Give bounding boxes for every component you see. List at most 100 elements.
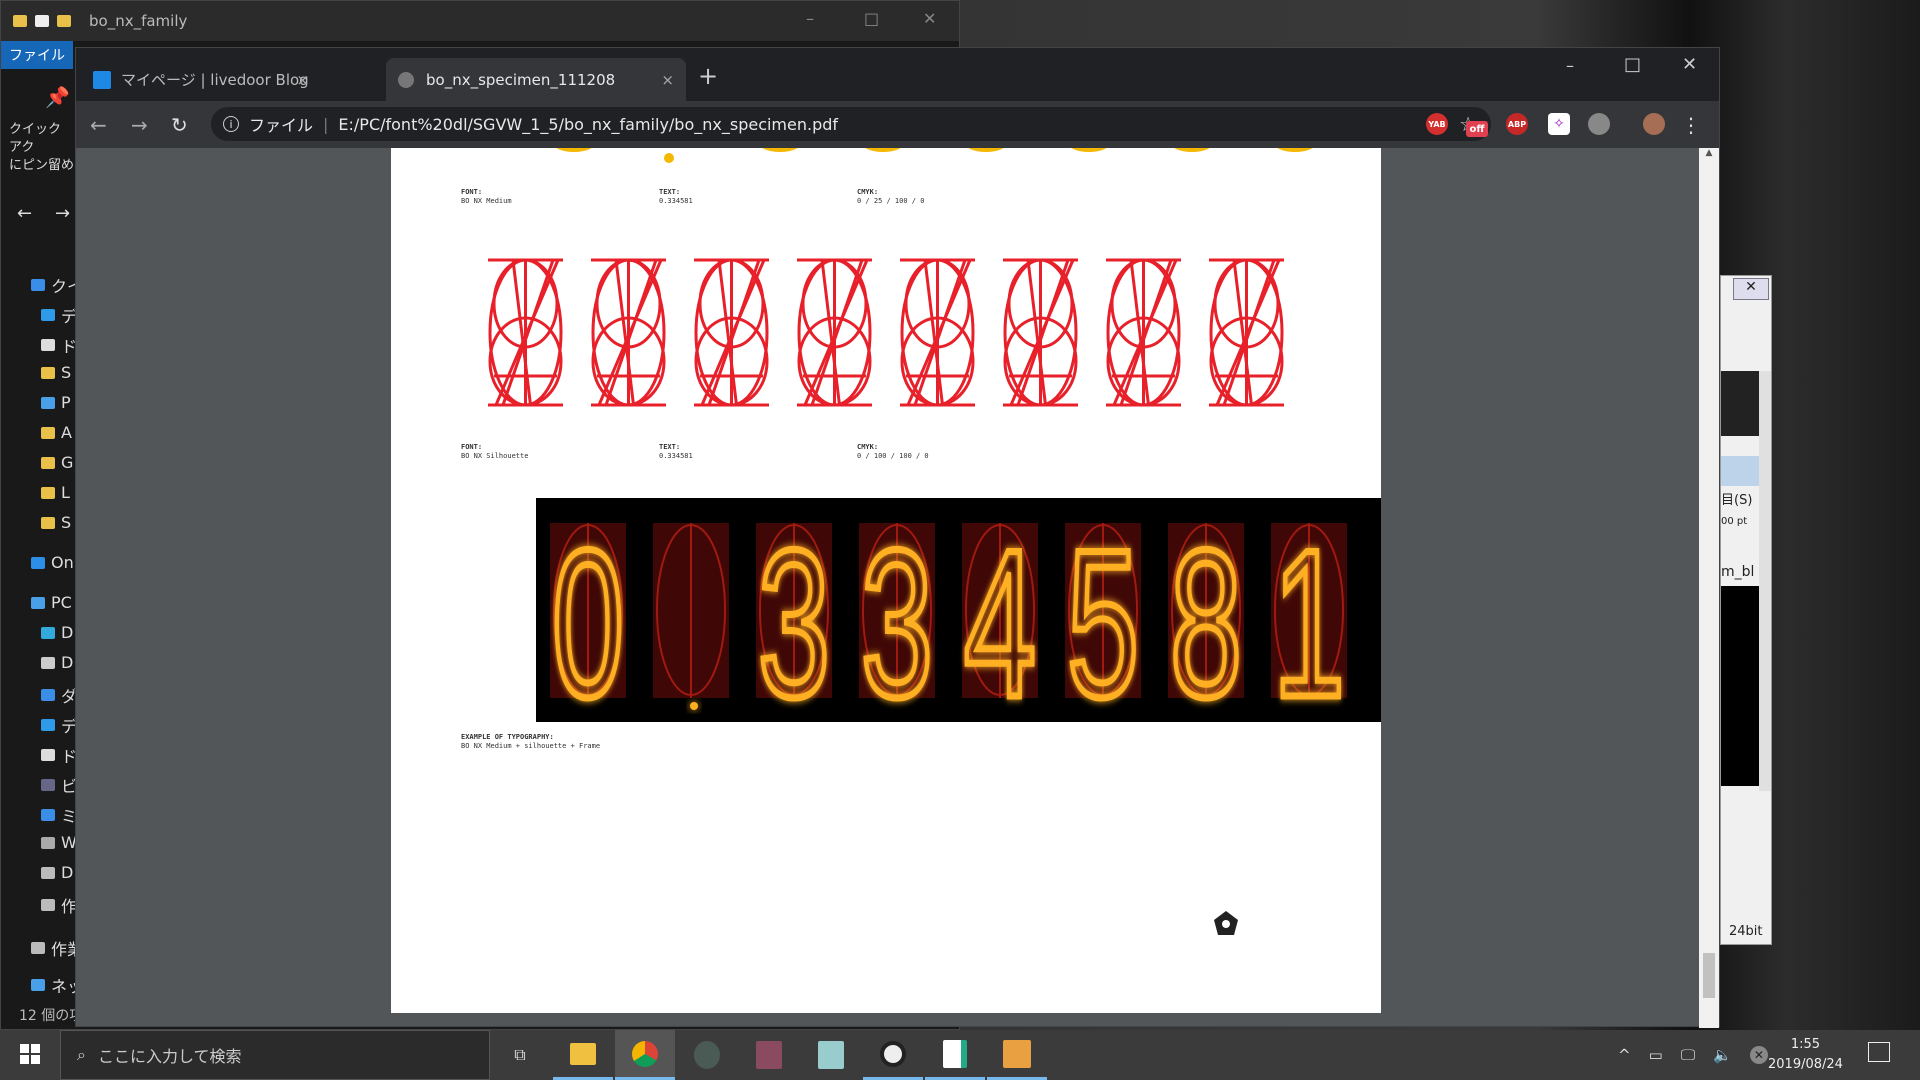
- search-box[interactable]: ⌕ ここに入力して検索: [60, 1030, 490, 1080]
- nav-item[interactable]: D: [41, 653, 73, 672]
- pin-icon[interactable]: 📌: [45, 85, 70, 109]
- off-extension-icon[interactable]: off: [1466, 121, 1488, 137]
- text-value: 0.334581: [659, 197, 693, 205]
- profile-avatar[interactable]: [1643, 113, 1665, 135]
- nav-item[interactable]: ド: [41, 333, 77, 357]
- star-extension-icon[interactable]: ✧: [1548, 113, 1570, 135]
- close-tab-icon[interactable]: ×: [296, 71, 309, 89]
- app-icon[interactable]: [925, 1030, 985, 1080]
- properties-icon[interactable]: [35, 15, 49, 27]
- app-icon[interactable]: [987, 1030, 1047, 1080]
- digit-remnant: [968, 148, 1004, 152]
- file-explorer-icon[interactable]: [553, 1030, 613, 1080]
- nav-item[interactable]: S: [41, 513, 71, 532]
- menu-icon[interactable]: ⋮: [1681, 113, 1701, 137]
- close-tab-icon[interactable]: ×: [661, 71, 674, 89]
- tab-pdf[interactable]: bo_nx_specimen_111208 ×: [386, 58, 686, 101]
- volume-icon[interactable]: 🔈: [1713, 1046, 1732, 1064]
- molecule-extension-icon[interactable]: [1588, 113, 1610, 135]
- back-icon[interactable]: ←: [90, 113, 107, 137]
- status-x-icon[interactable]: ✕: [1749, 1046, 1768, 1064]
- nixie-digit: 3: [858, 505, 936, 745]
- network-icon[interactable]: 🖵: [1681, 1046, 1695, 1064]
- menu-text[interactable]: 目(S): [1721, 489, 1752, 508]
- nav-item[interactable]: ダ: [41, 683, 77, 707]
- tab-label: bo_nx_specimen_111208: [426, 70, 616, 89]
- nav-item[interactable]: On: [31, 553, 74, 572]
- abp-extension-icon[interactable]: ABP: [1506, 113, 1528, 135]
- app-icon[interactable]: [677, 1030, 737, 1080]
- app-icon[interactable]: [739, 1030, 799, 1080]
- tab-strip: マイページ | livedoor Blog × bo_nx_specimen_1…: [76, 48, 1719, 101]
- nixie-digit-glyph: 8: [1170, 507, 1242, 741]
- nav-item[interactable]: デ: [41, 303, 77, 327]
- url-text[interactable]: E:/PC/font%20dl/SGVW_1_5/bo_nx_family/bo…: [338, 115, 838, 134]
- app-icon[interactable]: [863, 1030, 923, 1080]
- battery-icon[interactable]: ▭: [1649, 1046, 1663, 1064]
- info-icon[interactable]: i: [223, 116, 239, 132]
- app-icon[interactable]: [801, 1030, 861, 1080]
- yab-extension-icon[interactable]: YAB: [1426, 113, 1448, 135]
- nav-item[interactable]: PC: [31, 593, 72, 612]
- vertical-scrollbar[interactable]: ▲: [1699, 148, 1719, 1028]
- tab-livedoor[interactable]: マイページ | livedoor Blog ×: [81, 58, 321, 101]
- example-info: EXAMPLE OF TYPOGRAPHY: BO NX Medium + sil…: [461, 733, 600, 751]
- forward-button[interactable]: →: [55, 203, 70, 224]
- close-button[interactable]: ✕: [1733, 278, 1769, 300]
- nav-item-icon: [41, 309, 55, 321]
- nixie-digit: 8: [1167, 505, 1245, 745]
- scroll-up-arrow[interactable]: ▲: [1699, 148, 1719, 158]
- chrome-icon[interactable]: [615, 1030, 675, 1080]
- nav-item[interactable]: G: [41, 453, 73, 472]
- minimize-button[interactable]: –: [1566, 56, 1574, 75]
- chrome-window[interactable]: マイページ | livedoor Blog × bo_nx_specimen_1…: [75, 47, 1720, 1028]
- task-view-icon[interactable]: ⧉: [490, 1030, 550, 1080]
- clock[interactable]: 1:55 2019/08/24: [1768, 1035, 1843, 1075]
- nav-item[interactable]: D: [41, 863, 73, 882]
- color-depth: 24bit: [1729, 924, 1763, 939]
- nav-item-icon: [31, 556, 45, 569]
- reload-icon[interactable]: ↻: [171, 113, 188, 137]
- image-viewer-window[interactable]: ✕ 目(S) 00 pt m_bl 24bit: [1720, 275, 1772, 945]
- nav-item[interactable]: P: [41, 393, 71, 412]
- size-text: 00 pt: [1721, 516, 1748, 527]
- nav-item-icon: [41, 366, 55, 379]
- nav-item[interactable]: A: [41, 423, 72, 442]
- nav-item[interactable]: W: [41, 833, 77, 852]
- close-button[interactable]: ✕: [1682, 54, 1697, 75]
- decimal-point: [690, 702, 698, 710]
- new-tab-button[interactable]: +: [698, 62, 718, 90]
- file-menu-tab[interactable]: ファイル: [1, 41, 73, 69]
- cmyk-info: CMYK: 0 / 25 / 100 / 0: [857, 188, 924, 206]
- nav-item[interactable]: D: [41, 623, 73, 642]
- nav-item-icon: [41, 426, 55, 439]
- maximize-button[interactable]: □: [864, 9, 879, 28]
- maximize-button[interactable]: □: [1624, 54, 1641, 75]
- nav-item-icon: [41, 689, 55, 701]
- scrollbar-thumb[interactable]: [1703, 953, 1715, 998]
- nav-item[interactable]: S: [41, 363, 71, 382]
- notification-center-icon[interactable]: [1868, 1042, 1890, 1062]
- back-button[interactable]: ←: [17, 203, 32, 224]
- explorer-titlebar[interactable]: bo_nx_family – □ ✕: [1, 1, 959, 41]
- nav-item[interactable]: ビ: [41, 773, 77, 797]
- close-button[interactable]: ✕: [923, 9, 936, 28]
- new-folder-icon[interactable]: [57, 15, 71, 27]
- vertical-scrollbar[interactable]: [1759, 371, 1771, 791]
- start-button[interactable]: [20, 1044, 40, 1064]
- nav-item-label: A: [61, 423, 72, 442]
- show-hidden-icons[interactable]: ^: [1618, 1046, 1631, 1064]
- nav-item[interactable]: L: [41, 483, 70, 502]
- explorer-title: bo_nx_family: [89, 12, 188, 30]
- example-label: EXAMPLE OF TYPOGRAPHY:: [461, 733, 554, 741]
- address-bar[interactable]: i ファイル | E:/PC/font%20dl/SGVW_1_5/bo_nx_…: [211, 107, 1491, 141]
- digit-remnant: [865, 148, 901, 152]
- nav-item-icon: [41, 396, 55, 409]
- forward-icon[interactable]: →: [131, 113, 148, 137]
- nav-item[interactable]: ミ: [41, 803, 77, 827]
- minimize-button[interactable]: –: [806, 9, 814, 28]
- nav-item[interactable]: 作: [41, 893, 77, 917]
- text-label: TEXT:: [659, 443, 681, 451]
- nav-item[interactable]: デ: [41, 713, 77, 737]
- nav-item[interactable]: ド: [41, 743, 77, 767]
